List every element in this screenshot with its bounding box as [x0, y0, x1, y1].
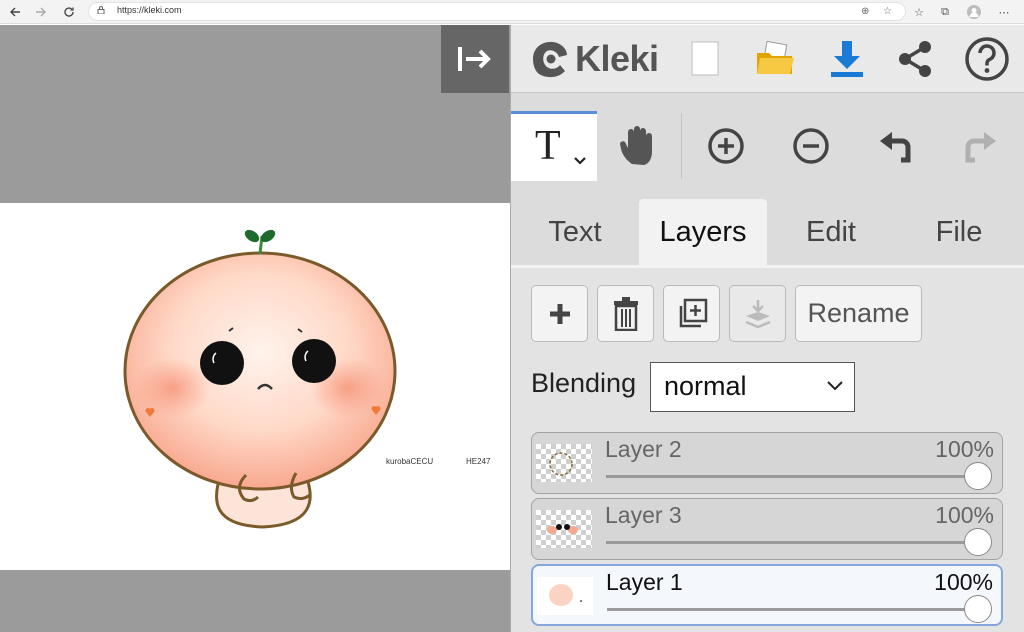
top-toolbar: Kleki — [511, 25, 1024, 93]
layer-thumbnail — [537, 577, 593, 615]
merge-down-button[interactable] — [729, 285, 786, 342]
blending-label: Blending — [531, 368, 637, 398]
collapse-panel-icon — [458, 47, 491, 71]
reload-icon[interactable] — [60, 3, 78, 21]
layer-opacity: 100% — [935, 502, 994, 528]
layer-item-1[interactable]: Layer 1 100% — [531, 564, 1003, 626]
layer-item-3[interactable]: Layer 3 100% — [531, 498, 1003, 560]
rename-layer-button[interactable]: Rename — [795, 285, 922, 342]
side-panel: Kleki T Text Layers Edit File Rename Ble… — [510, 25, 1024, 632]
drawing-canvas[interactable]: kurobaCECU HE247 — [0, 203, 510, 570]
undo-button[interactable] — [871, 121, 921, 171]
layer-name: Layer 3 — [605, 502, 682, 528]
tab-edit[interactable]: Edit — [767, 199, 895, 265]
back-arrow-icon[interactable] — [6, 3, 24, 21]
panel-tabs: Text Layers Edit File — [511, 199, 1024, 265]
help-icon — [965, 37, 1009, 81]
canvas-area[interactable]: kurobaCECU HE247 — [0, 25, 510, 632]
profile-avatar[interactable] — [966, 4, 982, 20]
tab-layers[interactable]: Layers — [639, 199, 767, 265]
kleki-logo-icon — [533, 41, 567, 78]
character-drawing — [123, 229, 397, 529]
layer-thumbnail — [536, 510, 592, 548]
hand-tool-icon — [620, 126, 652, 165]
zoom-out-icon — [793, 128, 829, 164]
layer-opacity: 100% — [934, 569, 993, 595]
merge-down-icon — [745, 299, 770, 328]
favorite-star-icon[interactable]: ☆ — [883, 6, 892, 17]
address-bar[interactable]: https://kleki.com ⊕ ☆ — [88, 2, 906, 21]
delete-layer-button[interactable] — [597, 285, 654, 342]
zoom-out-button[interactable] — [786, 121, 836, 171]
opacity-slider-track[interactable] — [606, 541, 978, 544]
blending-value: normal — [664, 371, 747, 401]
open-file-button[interactable] — [751, 35, 799, 83]
layer-thumbnail — [536, 444, 592, 482]
tool-separator — [681, 113, 682, 179]
tab-text[interactable]: Text — [511, 199, 639, 265]
opacity-slider-knob[interactable] — [964, 528, 992, 556]
zoom-in-button[interactable] — [701, 121, 751, 171]
canvas-signature-right: HE247 — [466, 457, 491, 466]
collections-icon[interactable]: ⧉ — [937, 4, 953, 20]
help-button[interactable] — [963, 35, 1011, 83]
forward-arrow-icon[interactable] — [32, 3, 50, 21]
collapse-panel-button[interactable] — [441, 25, 509, 93]
share-icon — [899, 41, 931, 77]
add-layer-button[interactable] — [531, 285, 588, 342]
trash-icon — [613, 296, 638, 331]
text-tool-icon: T — [535, 123, 561, 169]
share-button[interactable] — [891, 35, 939, 83]
more-menu-icon[interactable]: ⋯ — [996, 4, 1012, 20]
zoom-in-icon — [708, 128, 744, 164]
download-icon — [831, 41, 863, 77]
layer-item-2[interactable]: Layer 2 100% — [531, 432, 1003, 494]
layer-name: Layer 1 — [606, 569, 683, 595]
layer-name: Layer 2 — [605, 436, 682, 462]
kleki-logo[interactable]: Kleki — [527, 35, 659, 83]
tab-file[interactable]: File — [895, 199, 1023, 265]
text-tool-button[interactable]: T — [511, 111, 597, 181]
redo-icon — [965, 132, 996, 163]
layers-panel: Rename Blending normal Layer 2 100% Laye… — [511, 268, 1024, 632]
redo-button[interactable] — [955, 121, 1005, 171]
open-folder-icon — [757, 41, 794, 74]
save-download-button[interactable] — [823, 35, 871, 83]
canvas-signature-left: kurobaCECU — [386, 457, 434, 466]
opacity-slider-knob[interactable] — [964, 462, 992, 490]
blending-select[interactable]: normal — [650, 362, 855, 412]
layer-opacity: 100% — [935, 436, 994, 462]
zoom-icon[interactable]: ⊕ — [861, 6, 869, 17]
tool-row: T — [511, 111, 1024, 181]
favorites-icon[interactable]: ☆ — [911, 4, 927, 20]
undo-icon — [880, 132, 911, 163]
rename-label: Rename — [807, 298, 910, 328]
opacity-slider-knob[interactable] — [964, 595, 992, 623]
duplicate-layer-button[interactable] — [663, 285, 720, 342]
duplicate-icon — [679, 298, 707, 327]
chevron-down-icon[interactable] — [573, 156, 587, 166]
plus-icon — [549, 303, 570, 324]
lock-icon — [97, 6, 105, 14]
browser-toolbar: https://kleki.com ⊕ ☆ ☆ ⧉ ⋯ — [0, 0, 1024, 24]
opacity-slider-track[interactable] — [607, 608, 979, 611]
chevron-down-icon — [827, 381, 843, 391]
new-document-button[interactable] — [681, 35, 729, 83]
logo-text: Kleki — [575, 38, 659, 79]
hand-tool-button[interactable] — [613, 121, 663, 171]
url-text: https://kleki.com — [117, 5, 182, 15]
opacity-slider-track[interactable] — [606, 475, 978, 478]
new-document-icon — [691, 41, 719, 76]
